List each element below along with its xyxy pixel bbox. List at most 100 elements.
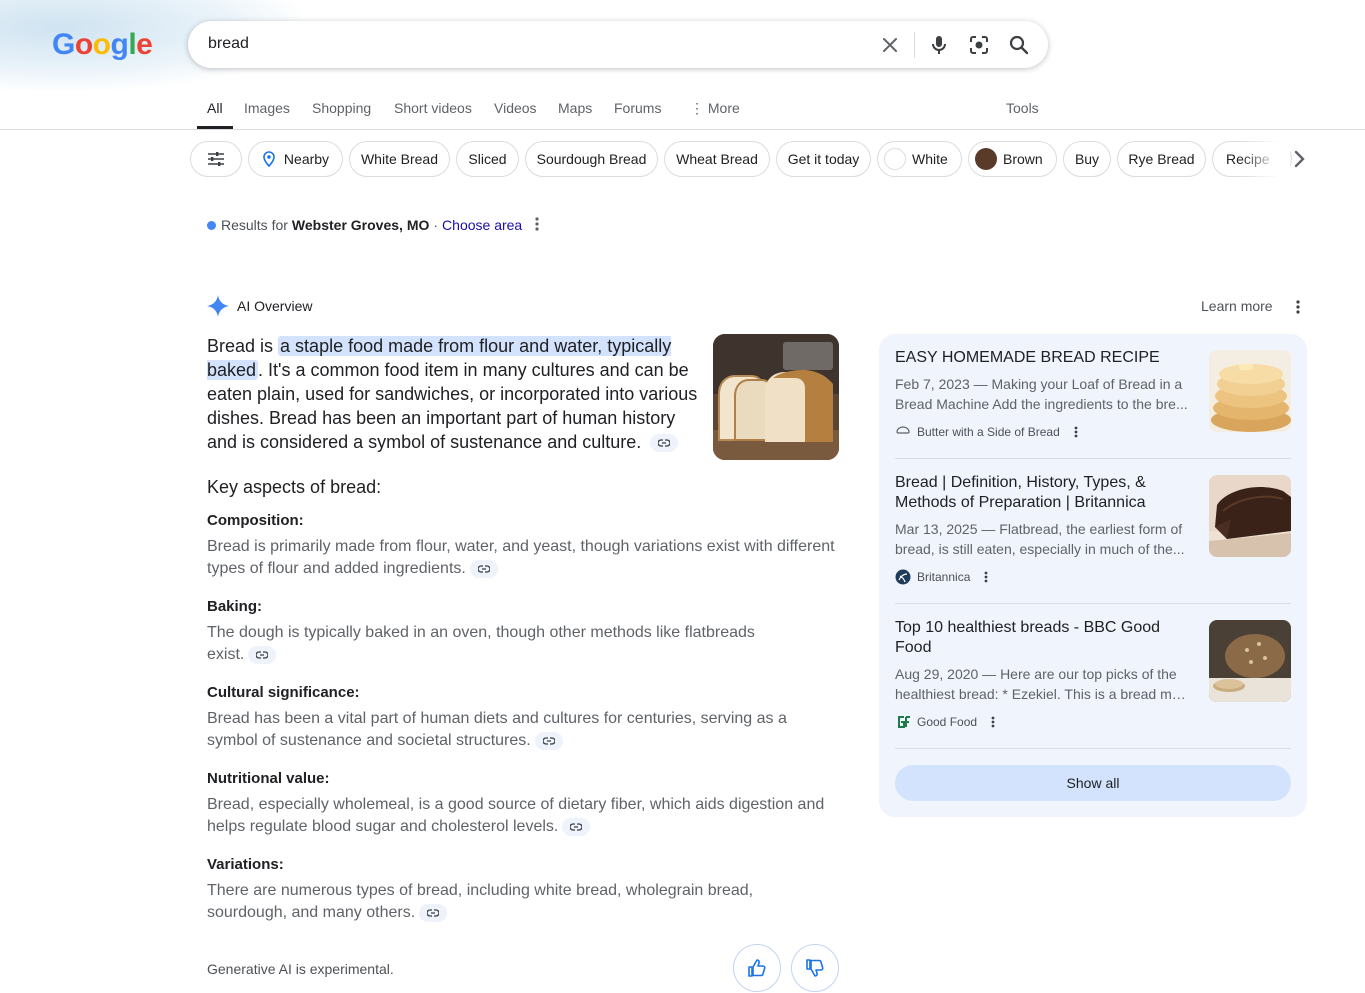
source-thumbnail[interactable] [1209, 620, 1291, 702]
source-site[interactable]: Britannica [895, 567, 996, 587]
lens-camera-icon[interactable] [966, 32, 992, 58]
chip-rye-bread[interactable]: Rye Bread [1117, 141, 1206, 177]
tab-shopping[interactable]: Shopping [312, 100, 371, 116]
ai-overview-label: AI Overview [237, 298, 313, 314]
google-logo[interactable]: Google [52, 28, 153, 62]
aspect-text: The dough is typically baked in an oven,… [207, 624, 755, 663]
aspect-text: Bread has been a vital part of human die… [207, 710, 787, 749]
chip-white-bread[interactable]: White Bread [349, 141, 450, 177]
aspect-title: Nutritional value: [207, 770, 330, 787]
sources-panel: EASY HOMEMADE BREAD RECIPE Feb 7, 2023 —… [879, 334, 1307, 817]
generative-ai-disclaimer: Generative AI is experimental. [207, 961, 394, 977]
britannica-favicon-icon [895, 569, 911, 585]
source-more-options-icon[interactable] [1066, 422, 1086, 442]
citation-link-icon[interactable] [419, 903, 448, 922]
source-site[interactable]: Butter with a Side of Bread [895, 422, 1086, 442]
citation-link-icon[interactable] [469, 559, 498, 578]
source-card[interactable]: EASY HOMEMADE BREAD RECIPE Feb 7, 2023 —… [895, 334, 1291, 458]
source-snippet-line: healthiest bread: * Ezekiel. This is a b… [895, 686, 1191, 702]
source-site-name: Good Food [917, 715, 978, 729]
more-dots-icon: ⋮ [690, 100, 704, 116]
citation-link-icon[interactable] [650, 434, 679, 453]
aspect-text: There are numerous types of bread, inclu… [207, 882, 754, 921]
chip-wheat-bread[interactable]: Wheat Bread [664, 141, 770, 177]
citation-link-icon[interactable] [562, 817, 591, 836]
source-snippet-line: Aug 29, 2020 — Here are our top picks of… [895, 666, 1177, 682]
choose-area-link[interactable]: Choose area [442, 217, 522, 233]
learn-more-link[interactable]: Learn more [1201, 298, 1273, 314]
microphone-icon[interactable] [926, 32, 952, 58]
source-snippet: Aug 29, 2020 — Here are our top picks of… [895, 664, 1191, 704]
source-site-name: Butter with a Side of Bread [917, 425, 1060, 439]
source-title[interactable]: EASY HOMEMADE BREAD RECIPE [895, 348, 1195, 368]
chip-label: Nearby [283, 151, 330, 167]
chip-sourdough-bread[interactable]: Sourdough Bread [525, 141, 658, 177]
white-swatch [884, 148, 906, 170]
source-more-options-icon[interactable] [983, 712, 1003, 732]
aspect-composition: Composition: Bread is primarily made fro… [207, 512, 837, 580]
source-snippet-line: Bread Machine Add the ingredients to the… [895, 396, 1188, 412]
tab-maps[interactable]: Maps [558, 100, 592, 116]
tab-images[interactable]: Images [244, 100, 290, 116]
search-icon[interactable] [1006, 32, 1032, 58]
source-snippet-line: Mar 13, 2025 — Flatbread, the earliest f… [895, 521, 1183, 537]
summary-start: Bread is [207, 336, 279, 356]
source-snippet-line: Feb 7, 2023 — Making your Loaf of Bread … [895, 376, 1183, 392]
location-prefix: Results for [221, 217, 288, 233]
source-more-options-icon[interactable] [976, 567, 996, 587]
source-site-name: Britannica [917, 570, 971, 584]
summary-rest: . It's a common food item in many cultur… [207, 360, 698, 452]
search-input[interactable] [208, 33, 848, 55]
chip-get-it-today[interactable]: Get it today [776, 141, 871, 177]
thumbs-down-button[interactable] [791, 944, 839, 992]
tab-videos[interactable]: Videos [494, 100, 537, 116]
good-food-favicon-icon [895, 714, 911, 730]
source-thumbnail[interactable] [1209, 350, 1291, 432]
location-separator: · [433, 217, 439, 233]
key-aspects-heading: Key aspects of bread: [207, 477, 382, 497]
citation-link-icon[interactable] [248, 645, 277, 664]
source-thumbnail[interactable] [1209, 475, 1291, 557]
aspect-nutritional-value: Nutritional value: Bread, especially who… [207, 770, 837, 838]
chip-buy[interactable]: Buy [1063, 141, 1111, 177]
source-snippet-line: bread, is still eaten, especially in muc… [895, 541, 1185, 557]
source-title[interactable]: Bread | Definition, History, Types, & Me… [895, 473, 1195, 513]
source-snippet: Mar 13, 2025 — Flatbread, the earliest f… [895, 519, 1191, 559]
brown-swatch [975, 148, 997, 170]
source-card[interactable]: Bread | Definition, History, Types, & Me… [895, 459, 1291, 585]
filter-settings-chip[interactable] [190, 141, 242, 177]
ai-overview-more-options-icon[interactable] [1288, 297, 1308, 317]
thumbs-up-button[interactable] [733, 944, 781, 992]
source-card[interactable]: Top 10 healthiest breads - BBC Good Food… [895, 604, 1291, 729]
source-title[interactable]: Top 10 healthiest breads - BBC Good Food [895, 618, 1195, 658]
location-more-options-icon[interactable] [527, 214, 547, 234]
bread-loaf-image[interactable] [713, 334, 839, 460]
tab-short-videos[interactable]: Short videos [394, 100, 472, 116]
chip-brown[interactable]: Brown [968, 141, 1057, 177]
source-site[interactable]: Good Food [895, 712, 1003, 732]
clear-icon[interactable] [877, 32, 903, 58]
ai-overview-summary: Bread is a staple food made from flour a… [207, 334, 702, 454]
tab-more-label: More [707, 100, 740, 116]
chips-next-arrow-icon[interactable] [1288, 148, 1310, 170]
aspect-text: Bread, especially wholemeal, is a good s… [207, 796, 825, 835]
location-place: Webster Groves, MO [291, 217, 430, 233]
aspect-title: Variations: [207, 856, 284, 873]
aspect-title: Composition: [207, 512, 304, 529]
tab-more[interactable]: ⋮ More [690, 100, 740, 117]
tab-all[interactable]: All [207, 100, 223, 116]
tools-button[interactable]: Tools [1006, 100, 1039, 116]
aspect-cultural-significance: Cultural significance: Bread has been a … [207, 684, 837, 752]
aspect-baking: Baking: The dough is typically baked in … [207, 598, 777, 666]
gemini-sparkle-icon [207, 295, 229, 317]
search-divider [914, 32, 915, 58]
location-pin-icon [263, 151, 275, 167]
chip-white[interactable]: White [877, 141, 962, 177]
citation-link-icon[interactable] [534, 731, 563, 750]
sliders-icon [208, 152, 224, 166]
ai-overview-header: AI Overview [207, 295, 312, 317]
show-all-button[interactable]: Show all [895, 765, 1291, 801]
chip-nearby[interactable]: Nearby [248, 141, 343, 177]
tab-forums[interactable]: Forums [614, 100, 661, 116]
chip-sliced[interactable]: Sliced [456, 141, 519, 177]
